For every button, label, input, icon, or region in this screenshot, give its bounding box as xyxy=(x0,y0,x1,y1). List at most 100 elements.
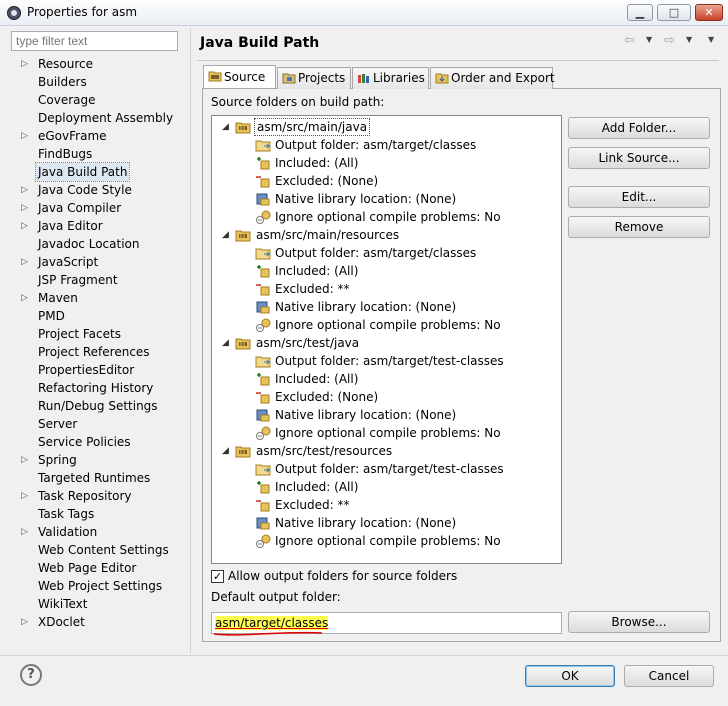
nav-item[interactable]: Project Facets xyxy=(11,325,191,343)
source-attribute-row[interactable]: Output folder: asm/target/classes xyxy=(212,136,552,154)
close-button[interactable]: ✕ xyxy=(695,4,723,21)
nav-item[interactable]: WikiText xyxy=(11,595,191,613)
nav-item[interactable]: ▷ Java Editor xyxy=(11,217,191,235)
nav-item[interactable]: Web Page Editor xyxy=(11,559,191,577)
source-attribute-row[interactable]: Output folder: asm/target/classes xyxy=(212,244,552,262)
nav-item[interactable]: ▷ Validation xyxy=(11,523,191,541)
expand-arrow-icon[interactable]: ▷ xyxy=(21,55,31,73)
source-attribute-row[interactable]: Excluded: (None) xyxy=(212,388,552,406)
expand-arrow-icon[interactable]: ▷ xyxy=(21,289,31,307)
source-folder-row[interactable]: ◢ asm/src/main/resources xyxy=(212,226,552,244)
ok-button[interactable]: OK xyxy=(525,665,615,687)
source-attribute-row[interactable]: Excluded: ** xyxy=(212,280,552,298)
nav-item[interactable]: ▷ Maven xyxy=(11,289,191,307)
help-icon[interactable]: ? xyxy=(20,664,42,686)
forward-arrow-icon[interactable]: ⇨ xyxy=(664,33,675,48)
source-folder-row[interactable]: ◢ asm/src/test/resources xyxy=(212,442,552,460)
nav-item[interactable]: Task Tags xyxy=(11,505,191,523)
collapse-arrow-icon[interactable]: ◢ xyxy=(222,334,229,352)
expand-arrow-icon[interactable]: ▷ xyxy=(21,181,31,199)
source-attribute-row[interactable]: Native library location: (None) xyxy=(212,190,552,208)
nav-item[interactable]: ▷ XDoclet xyxy=(11,613,191,631)
nav-item[interactable]: ▷ Spring xyxy=(11,451,191,469)
source-folder-row[interactable]: ◢ asm/src/main/java xyxy=(212,118,552,136)
source-attribute-row[interactable]: Output folder: asm/target/test-classes xyxy=(212,352,552,370)
browse-button[interactable]: Browse... xyxy=(568,611,710,633)
add-folder-button[interactable]: Add Folder... xyxy=(568,117,710,139)
source-folder-row[interactable]: ◢ asm/src/test/java xyxy=(212,334,552,352)
edit-button[interactable]: Edit... xyxy=(568,186,710,208)
nav-item[interactable]: Web Project Settings xyxy=(11,577,191,595)
nav-item-label: Web Project Settings xyxy=(38,579,163,593)
source-attribute-row[interactable]: Included: (All) xyxy=(212,478,552,496)
nav-item[interactable]: Coverage xyxy=(11,91,191,109)
nav-item[interactable]: PropertiesEditor xyxy=(11,361,191,379)
expand-arrow-icon[interactable]: ▷ xyxy=(21,217,31,235)
view-menu-icon[interactable]: ▼ xyxy=(708,35,714,44)
collapse-arrow-icon[interactable]: ◢ xyxy=(222,118,229,136)
expand-arrow-icon[interactable]: ▷ xyxy=(21,523,31,541)
source-attribute-row[interactable]: Excluded: ** xyxy=(212,496,552,514)
source-attribute-row[interactable]: Excluded: (None) xyxy=(212,172,552,190)
nav-item[interactable]: Server xyxy=(11,415,191,433)
expand-arrow-icon[interactable]: ▷ xyxy=(21,253,31,271)
splitter[interactable] xyxy=(190,28,191,653)
source-attribute-row[interactable]: Included: (All) xyxy=(212,370,552,388)
source-attribute-row[interactable]: Ignore optional compile problems: No xyxy=(212,532,552,550)
nav-item[interactable]: Builders xyxy=(11,73,191,91)
source-attribute-row[interactable]: Ignore optional compile problems: No xyxy=(212,424,552,442)
nav-item[interactable]: Service Policies xyxy=(11,433,191,451)
nav-item-label: Coverage xyxy=(38,93,96,107)
remove-button[interactable]: Remove xyxy=(568,216,710,238)
nav-item[interactable]: Targeted Runtimes xyxy=(11,469,191,487)
collapse-arrow-icon[interactable]: ◢ xyxy=(222,442,229,460)
source-attribute-row[interactable]: Ignore optional compile problems: No xyxy=(212,316,552,334)
nav-item[interactable]: ▷ eGovFrame xyxy=(11,127,191,145)
nav-item[interactable]: Refactoring History xyxy=(11,379,191,397)
nav-item[interactable]: PMD xyxy=(11,307,191,325)
link-source-button[interactable]: Link Source... xyxy=(568,147,710,169)
source-folders-tree[interactable]: ◢ asm/src/main/java Output folder: asm/tar… xyxy=(211,115,562,564)
nav-item[interactable]: ▷ Java Code Style xyxy=(11,181,191,199)
expand-arrow-icon[interactable]: ▷ xyxy=(21,199,31,217)
forward-dropdown-icon[interactable]: ▼ xyxy=(686,35,692,44)
nav-item[interactable]: FindBugs xyxy=(11,145,191,163)
source-attribute-row[interactable]: Included: (All) xyxy=(212,154,552,172)
nav-item[interactable]: Web Content Settings xyxy=(11,541,191,559)
tab-projects[interactable]: Projects xyxy=(277,67,351,89)
tab-order-and-export[interactable]: Order and Export xyxy=(430,67,555,89)
nav-item[interactable]: Project References xyxy=(11,343,191,361)
source-attribute-row[interactable]: Output folder: asm/target/test-classes xyxy=(212,460,552,478)
nav-item[interactable]: ▷ Resource xyxy=(11,55,191,73)
excluded-icon xyxy=(256,392,270,404)
expand-arrow-icon[interactable]: ▷ xyxy=(21,451,31,469)
source-attribute-row[interactable]: Native library location: (None) xyxy=(212,298,552,316)
nav-item[interactable]: ▷ Task Repository xyxy=(11,487,191,505)
source-attribute-text: Native library location: (None) xyxy=(275,516,457,530)
source-attribute-row[interactable]: Native library location: (None) xyxy=(212,514,552,532)
minimize-button[interactable]: ▁ xyxy=(627,4,653,21)
tab-libraries[interactable]: Libraries xyxy=(352,67,429,89)
nav-item[interactable]: Java Build Path xyxy=(11,162,191,182)
filter-input[interactable] xyxy=(11,31,178,51)
source-attribute-row[interactable]: Ignore optional compile problems: No xyxy=(212,208,552,226)
back-dropdown-icon[interactable]: ▼ xyxy=(646,35,652,44)
source-attribute-row[interactable]: Included: (All) xyxy=(212,262,552,280)
nav-item[interactable]: ▷ Java Compiler xyxy=(11,199,191,217)
tab-source[interactable]: Source xyxy=(203,65,276,88)
source-attribute-row[interactable]: Native library location: (None) xyxy=(212,406,552,424)
nav-item[interactable]: Javadoc Location xyxy=(11,235,191,253)
nav-item[interactable]: JSP Fragment xyxy=(11,271,191,289)
back-arrow-icon[interactable]: ⇦ xyxy=(624,33,635,48)
expand-arrow-icon[interactable]: ▷ xyxy=(21,487,31,505)
nav-item[interactable]: ▷ JavaScript xyxy=(11,253,191,271)
cancel-button[interactable]: Cancel xyxy=(624,665,714,687)
property-pages-tree[interactable]: ▷ Resource Builders Coverage Deployment Asse… xyxy=(11,55,191,655)
nav-item[interactable]: Deployment Assembly xyxy=(11,109,191,127)
maximize-button[interactable]: □ xyxy=(657,4,691,21)
nav-item[interactable]: Run/Debug Settings xyxy=(11,397,191,415)
collapse-arrow-icon[interactable]: ◢ xyxy=(222,226,229,244)
expand-arrow-icon[interactable]: ▷ xyxy=(21,613,31,631)
allow-output-folders-checkbox[interactable]: ✓ xyxy=(211,570,224,583)
expand-arrow-icon[interactable]: ▷ xyxy=(21,127,31,145)
